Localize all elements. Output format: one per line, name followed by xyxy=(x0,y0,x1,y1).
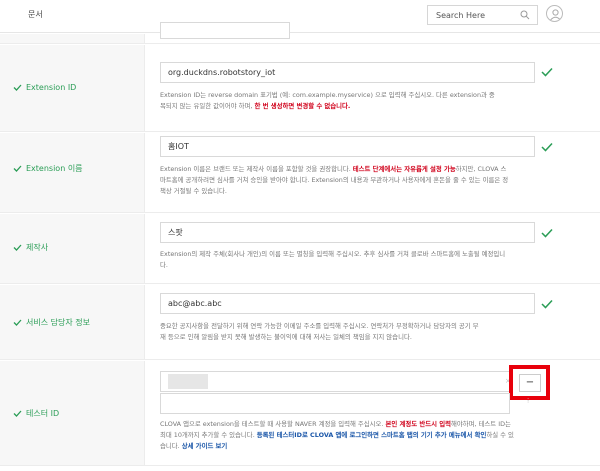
extension-name-label: Extension 이름 xyxy=(13,163,83,174)
form-row-tester-id: 테스터 ID × − ⁝ CLOVA 앱으로 extension을 테스트할 때… xyxy=(0,361,600,466)
extension-id-input[interactable]: org.duckdns.robotstory_iot xyxy=(160,62,535,83)
form-row-extension-id: Extension ID org.duckdns.robotstory_iot … xyxy=(0,45,600,132)
top-field[interactable] xyxy=(160,22,290,39)
extension-name-input[interactable]: 홈IOT xyxy=(160,136,535,157)
row-label-cell: 테스터 ID xyxy=(0,361,145,465)
form-row-service-contact: 서비스 담당자 정보 abc@abc.abc 중요한 공지사항을 전달하기 위해… xyxy=(0,285,600,360)
tester-id-description: CLOVA 앱으로 extension을 테스트할 때 사용할 NAVER 계정… xyxy=(160,419,555,452)
desc-line: Extension 이름은 브랜드 또는 제작사 이름을 포함할 것을 권장합니… xyxy=(160,164,555,175)
desc-line: 다. xyxy=(160,261,168,269)
label-text: 제작사 xyxy=(26,243,49,252)
desc-line: Extension의 제작 주체(회사나 개인)의 이름 또는 별칭을 입력해 … xyxy=(160,250,506,258)
extension-id-label: Extension ID xyxy=(13,83,76,92)
row-label-cell: Extension ID xyxy=(0,45,145,131)
check-icon xyxy=(13,319,22,326)
page-title: 문서 xyxy=(28,10,43,19)
desc-text: 복되지 않는 유일한 값이어야 하며, xyxy=(160,102,255,110)
maker-input[interactable]: 스팟 xyxy=(160,222,535,243)
check-icon xyxy=(13,244,22,251)
search-icon[interactable] xyxy=(520,10,530,20)
check-icon xyxy=(13,84,22,91)
search-input[interactable] xyxy=(428,6,516,24)
top-header: 문서 xyxy=(0,0,600,33)
extension-name-description: Extension 이름은 브랜드 또는 제작사 이름을 포함할 것을 권장합니… xyxy=(160,164,555,197)
desc-line: 마트홈에 공개하려면 심사를 거쳐 승인을 받아야 합니다. Extension… xyxy=(160,176,509,184)
redacted-tester-id xyxy=(168,374,208,389)
label-text: 테스터 ID xyxy=(26,409,60,418)
desc-warning: 본인 계정도 반드시 입력 xyxy=(385,420,451,428)
form-row-maker: 제작사 스팟 Extension의 제작 주체(회사나 개인)의 이름 또는 별… xyxy=(0,214,600,284)
clear-input-icon[interactable]: ⁝ xyxy=(527,397,529,405)
user-icon xyxy=(550,9,561,21)
row-label-cell: 제작사 xyxy=(0,214,145,283)
guide-link[interactable]: 상세 가이드 보기 xyxy=(182,442,228,450)
desc-line: 재 등으로 인해 알림을 받지 못해 발생하는 불이익에 대해 저사는 일체의 … xyxy=(160,333,412,341)
row-label-cell xyxy=(0,34,145,43)
desc-line: 중요한 공지사항을 전달하기 위해 연락 가능한 이메일 주소를 입력해 주십시… xyxy=(160,322,479,330)
desc-line: 습니다. 상세 가이드 보기 xyxy=(160,441,555,452)
desc-text: 습니다. xyxy=(160,442,182,450)
check-icon xyxy=(13,410,22,417)
label-text: Extension 이름 xyxy=(26,164,83,173)
form-row-top xyxy=(0,22,600,44)
valid-check-icon xyxy=(541,228,553,238)
highlight-box xyxy=(509,365,550,400)
desc-text: 하지만, CLOVA 스 xyxy=(455,165,507,173)
desc-line: 책상 거절될 수 있습니다. xyxy=(160,187,227,195)
desc-line: 최대 10개까지 추가할 수 있습니다. 등록된 테스터ID로 CLOVA 앱에… xyxy=(160,430,555,441)
desc-text: CLOVA 앱으로 extension을 테스트할 때 사용할 NAVER 계정… xyxy=(160,420,386,428)
extension-id-description: Extension ID는 reverse domain 표기법 (예: com… xyxy=(160,90,555,112)
service-contact-label: 서비스 담당자 정보 xyxy=(13,317,90,328)
service-contact-description: 중요한 공지사항을 전달하기 위해 연락 가능한 이메일 주소를 입력해 주십시… xyxy=(160,321,555,343)
desc-text: 해야하며, 테스트 ID는 xyxy=(450,420,511,428)
desc-line: Extension ID는 reverse domain 표기법 (예: com… xyxy=(160,91,495,99)
tester-id-label: 테스터 ID xyxy=(13,408,59,419)
maker-label: 제작사 xyxy=(13,242,48,253)
check-icon xyxy=(13,165,22,172)
desc-warning: 테스트 단계에서는 자유롭게 설정 가능 xyxy=(352,165,456,173)
valid-check-icon xyxy=(541,142,553,152)
avatar[interactable] xyxy=(546,5,563,22)
row-label-cell: 서비스 담당자 정보 xyxy=(0,285,145,359)
search-box[interactable] xyxy=(427,5,538,25)
desc-text: 하실 수 있 xyxy=(486,431,514,439)
service-contact-input[interactable]: abc@abc.abc xyxy=(160,293,535,314)
label-text: 서비스 담당자 정보 xyxy=(26,318,90,327)
form-row-extension-name: Extension 이름 홈IOT Extension 이름은 브랜드 또는 제… xyxy=(0,133,600,213)
desc-emphasis: 등록된 테스터ID로 CLOVA 앱에 로그인하면 스마트홈 탭의 기기 추가 … xyxy=(256,431,487,439)
desc-line: 복되지 않는 유일한 값이어야 하며, 한 번 생성하면 변경할 수 없습니다. xyxy=(160,101,555,112)
desc-warning: 한 번 생성하면 변경할 수 없습니다. xyxy=(254,102,351,110)
maker-description: Extension의 제작 주체(회사나 개인)의 이름 또는 별칭을 입력해 … xyxy=(160,249,555,271)
valid-check-icon xyxy=(541,299,553,309)
tester-id-input-1[interactable] xyxy=(160,371,510,392)
desc-text: Extension 이름은 브랜드 또는 제작사 이름을 포함할 것을 권장합니… xyxy=(160,165,353,173)
desc-line: CLOVA 앱으로 extension을 테스트할 때 사용할 NAVER 계정… xyxy=(160,419,555,430)
desc-text: 최대 10개까지 추가할 수 있습니다. xyxy=(160,431,257,439)
tester-id-input-2[interactable] xyxy=(160,393,510,414)
row-label-cell: Extension 이름 xyxy=(0,133,145,212)
valid-check-icon xyxy=(541,67,553,77)
label-text: Extension ID xyxy=(26,83,77,92)
